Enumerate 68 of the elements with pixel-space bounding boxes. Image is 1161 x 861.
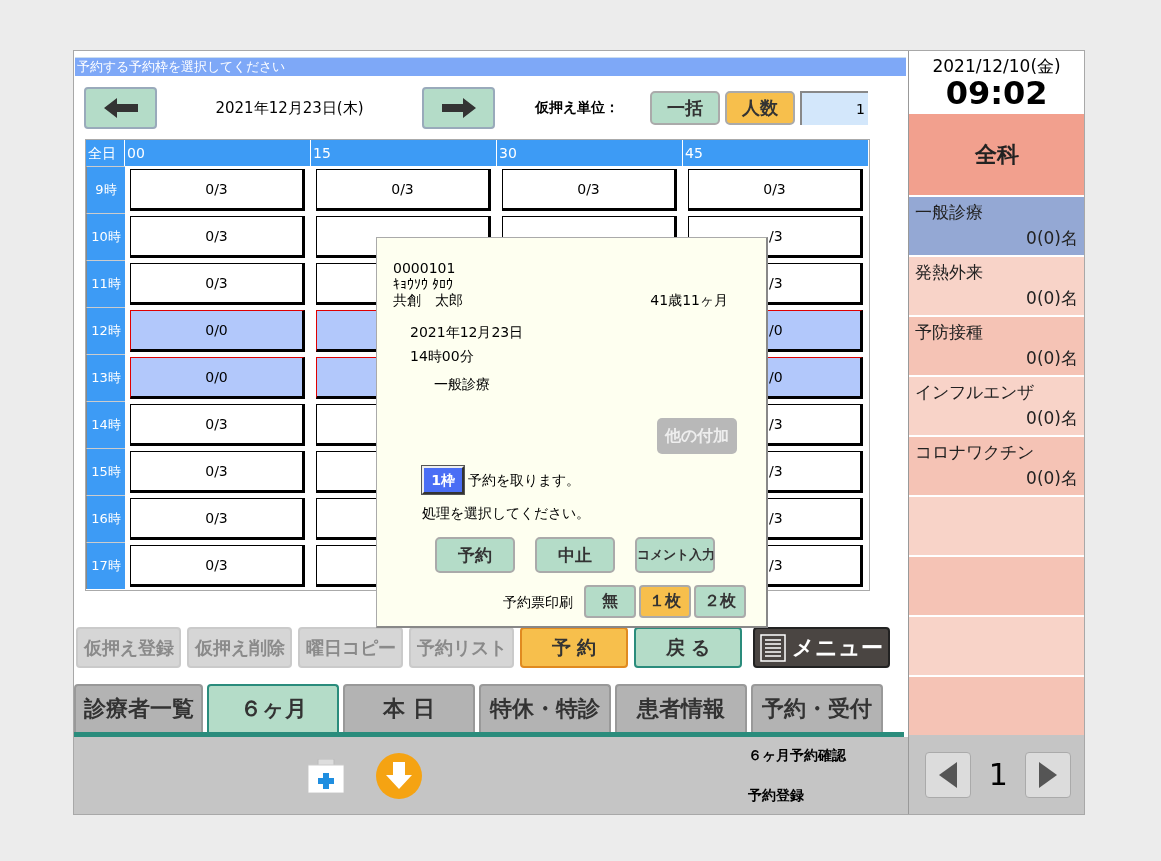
patient-kana: ｷｮｳｿｳ ﾀﾛｳ <box>393 276 455 292</box>
category-item[interactable]: コロナワクチン 0(0)名 <box>909 435 1084 495</box>
time-slot[interactable]: 0/3 <box>502 169 677 211</box>
patient-name: 共創 太郎 <box>393 292 463 308</box>
prompt-text: 処理を選択してください。 <box>422 505 591 521</box>
list-icon <box>760 633 786 662</box>
unit-option[interactable]: 一括 <box>650 91 720 125</box>
right-triangle-icon <box>1039 761 1058 788</box>
print-option[interactable]: 無 <box>584 585 636 618</box>
page-number: 1 <box>987 757 1009 792</box>
booking-date: 2021年12月23日 <box>410 323 525 342</box>
minute-header: 45 <box>683 140 869 166</box>
time-slot[interactable]: 0/3 <box>130 451 305 493</box>
print-option[interactable]: ２枚 <box>694 585 746 618</box>
minute-header: 00 <box>125 140 311 166</box>
previous-day-button[interactable] <box>84 87 157 129</box>
time-slot[interactable]: 0/3 <box>130 545 305 587</box>
slot-message: 予約を取ります。 <box>468 472 580 488</box>
action-button[interactable]: 予 約 <box>520 627 628 668</box>
status-text: 予約登録 <box>748 786 805 805</box>
time-slot[interactable]: 0/3 <box>688 169 863 211</box>
menu-button[interactable]: メニュー <box>753 627 890 668</box>
category-item[interactable]: インフルエンザ 0(0)名 <box>909 375 1084 435</box>
current-time: 09:02 <box>945 75 1048 110</box>
tab[interactable]: 診療者一覧 <box>74 684 203 732</box>
minute-header: 30 <box>497 140 683 166</box>
print-label: 予約票印刷 <box>503 593 573 610</box>
next-page-button[interactable] <box>1025 751 1072 798</box>
booking-time: 14時00分 <box>410 347 475 366</box>
first-aid-kit-icon <box>308 758 344 793</box>
left-arrow-icon <box>103 98 138 118</box>
department-button[interactable]: 全科 <box>909 114 1084 195</box>
next-day-button[interactable] <box>422 87 495 129</box>
patient-id: 0000101 <box>393 260 457 276</box>
left-triangle-icon <box>939 761 958 788</box>
time-slot[interactable]: 0/0 <box>130 357 305 399</box>
count-field[interactable]: 1 <box>800 91 868 125</box>
date-label: 2021年12月23日(木) <box>214 98 365 118</box>
unit-option[interactable]: 人数 <box>725 91 795 125</box>
slot-count-badge: 1枠 <box>422 466 464 494</box>
print-option[interactable]: １枚 <box>639 585 691 618</box>
tab[interactable]: 予約・受付 <box>751 684 883 732</box>
status-text: ６ヶ月予約確認 <box>748 746 846 765</box>
action-button[interactable]: 戻 る <box>634 627 742 668</box>
time-slot[interactable]: 0/3 <box>130 169 305 211</box>
current-date: 2021/12/10(金) <box>932 55 1061 76</box>
right-arrow-icon <box>441 98 476 118</box>
time-slot[interactable]: 0/3 <box>130 263 305 305</box>
tab[interactable]: 特休・特診 <box>479 684 611 732</box>
category-item[interactable]: 一般診療 0(0)名 <box>909 195 1084 255</box>
tab[interactable]: 患者情報 <box>615 684 747 732</box>
instruction-bar: 予約する予約枠を選択してください <box>75 57 907 76</box>
tab[interactable]: 本 日 <box>343 684 475 732</box>
booking-department: 一般診療 <box>434 375 491 394</box>
time-slot[interactable]: 0/0 <box>130 310 305 352</box>
dialog-button[interactable]: 予約 <box>435 537 515 573</box>
tab[interactable]: ６ヶ月 <box>207 684 339 732</box>
dialog-button[interactable]: 中止 <box>535 537 615 573</box>
category-item[interactable]: 発熱外来 0(0)名 <box>909 255 1084 315</box>
category-item[interactable]: 予防接種 0(0)名 <box>909 315 1084 375</box>
time-slot[interactable]: 0/3 <box>316 169 491 211</box>
time-slot[interactable]: 0/3 <box>130 404 305 446</box>
previous-page-button[interactable] <box>925 751 972 798</box>
unit-label: 仮押え単位： <box>535 99 620 117</box>
minute-header: 15 <box>311 140 497 166</box>
time-slot[interactable]: 0/3 <box>130 498 305 540</box>
dialog-button[interactable]: コメント入力 <box>635 537 715 573</box>
time-slot[interactable]: 0/3 <box>130 216 305 258</box>
